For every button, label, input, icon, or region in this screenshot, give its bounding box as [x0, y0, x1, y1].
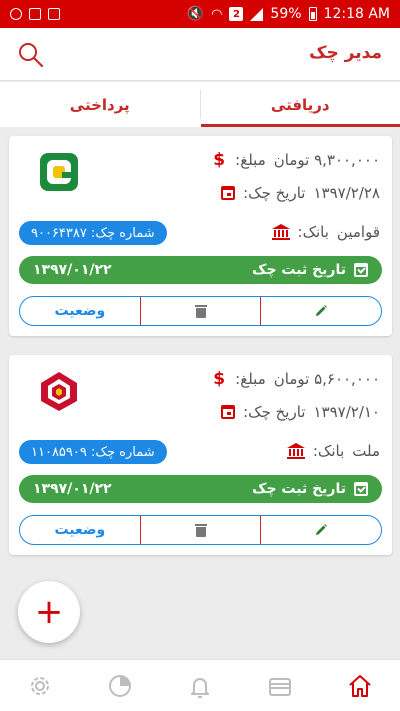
date-value: ۱۳۹۷/۲/۲۸ [313, 184, 380, 202]
edit-button[interactable] [261, 297, 381, 325]
pencil-icon [316, 524, 328, 535]
tab-bar: دریافتی پرداختی [0, 82, 400, 127]
app-bar: مدیر چک [0, 28, 400, 81]
mute-icon: 🔇 [186, 6, 205, 22]
nav-settings[interactable] [0, 660, 80, 711]
tab-paid[interactable]: پرداختی [0, 82, 200, 127]
clock: 12:18 AM [323, 6, 390, 22]
calendar-icon [221, 186, 236, 200]
status-bar-right: 🔇 ◠ 2 59% 12:18 AM [187, 6, 390, 22]
nav-notifications[interactable] [160, 660, 240, 711]
bank-value: قوامین [336, 223, 380, 241]
gear-icon [31, 676, 49, 695]
dollar-icon: $ [213, 150, 226, 170]
trash-icon [194, 523, 207, 537]
status-bar-left [10, 8, 60, 20]
amount-value: ۹,۳۰۰,۰۰۰ تومان [273, 151, 380, 169]
register-date-value: ۱۳۹۷/۰۱/۲۲ [33, 481, 112, 497]
bank-mellat-logo [41, 372, 77, 411]
bank-row: بانک: ملت [286, 442, 380, 460]
notification-icon [10, 8, 22, 20]
amount-value: ۵,۶۰۰,۰۰۰ تومان [273, 370, 380, 388]
wallet-icon [269, 677, 291, 696]
register-date-bar: ۱۳۹۷/۰۱/۲۲ تاریخ ثبت چک [19, 475, 382, 503]
bank-label: بانک: [297, 223, 329, 241]
date-value: ۱۳۹۷/۲/۱۰ [313, 403, 380, 421]
check-number-badge: شماره چک: ۹۰۰۶۴۳۸۷ [19, 221, 167, 245]
card-actions: وضعیت [19, 296, 382, 326]
nav-home[interactable] [320, 660, 400, 711]
wifi-icon: ◠ [211, 6, 223, 22]
sim-badge: 2 [229, 7, 244, 21]
status-button[interactable]: وضعیت [20, 516, 141, 544]
check-card[interactable]: $ مبلغ: ۹,۳۰۰,۰۰۰ تومان تاریخ چک: ۱۳۹۷/۲… [9, 136, 392, 336]
bell-icon [191, 677, 209, 698]
edit-button[interactable] [261, 516, 381, 544]
amount-label: مبلغ: [235, 151, 266, 169]
register-date-value: ۱۳۹۷/۰۱/۲۲ [33, 262, 112, 278]
card-actions: وضعیت [19, 515, 382, 545]
calendar-check-icon [354, 263, 368, 277]
calendar-check-icon [354, 482, 368, 496]
delete-button[interactable] [141, 516, 262, 544]
register-title: تاریخ ثبت چک [252, 481, 368, 497]
pencil-icon [316, 305, 328, 316]
bank-value: ملت [352, 442, 380, 460]
checkbox-status-icon [48, 8, 60, 20]
bank-label: بانک: [312, 442, 345, 460]
signal-icon [250, 7, 264, 21]
bank-icon [286, 443, 305, 459]
calendar-icon [221, 405, 236, 419]
bottom-nav [0, 659, 400, 711]
register-date-bar: ۱۳۹۷/۰۱/۲۲ تاریخ ثبت چک [19, 256, 382, 284]
add-check-button[interactable]: + [18, 581, 80, 643]
search-icon[interactable] [16, 40, 46, 70]
battery-percent: 59% [270, 6, 302, 22]
date-label: تاریخ چک: [243, 403, 306, 421]
pie-chart-icon [109, 674, 131, 697]
amount-label: مبلغ: [235, 370, 266, 388]
page-title: مدیر چک [309, 43, 382, 63]
dollar-icon: $ [213, 369, 226, 389]
amount-row: $ مبلغ: ۵,۶۰۰,۰۰۰ تومان [211, 369, 380, 389]
nav-reports[interactable] [80, 660, 160, 711]
battery-icon [308, 7, 317, 21]
amount-row: $ مبلغ: ۹,۳۰۰,۰۰۰ تومان [211, 150, 380, 170]
date-label: تاریخ چک: [243, 184, 306, 202]
bank-icon [271, 224, 290, 240]
status-bar: 🔇 ◠ 2 59% 12:18 AM [0, 0, 400, 28]
check-card[interactable]: $ مبلغ: ۵,۶۰۰,۰۰۰ تومان تاریخ چک: ۱۳۹۷/۲… [9, 355, 392, 555]
bank-row: بانک: قوامین [271, 223, 380, 241]
delete-button[interactable] [141, 297, 262, 325]
date-row: تاریخ چک: ۱۳۹۷/۲/۱۰ [221, 403, 380, 421]
nav-wallet[interactable] [240, 660, 320, 711]
check-number-badge: شماره چک: ۱۱۰۸۵۹۰۹ [19, 440, 167, 464]
bank-ghavamin-logo [40, 153, 78, 191]
status-button[interactable]: وضعیت [20, 297, 141, 325]
register-title: تاریخ ثبت چک [252, 262, 368, 278]
register-label: تاریخ ثبت چک [252, 481, 346, 497]
trash-icon [194, 304, 207, 318]
calendar-status-icon [29, 8, 41, 20]
tab-received[interactable]: دریافتی [200, 82, 400, 127]
home-icon [349, 674, 371, 697]
date-row: تاریخ چک: ۱۳۹۷/۲/۲۸ [221, 184, 380, 202]
register-label: تاریخ ثبت چک [252, 262, 346, 278]
